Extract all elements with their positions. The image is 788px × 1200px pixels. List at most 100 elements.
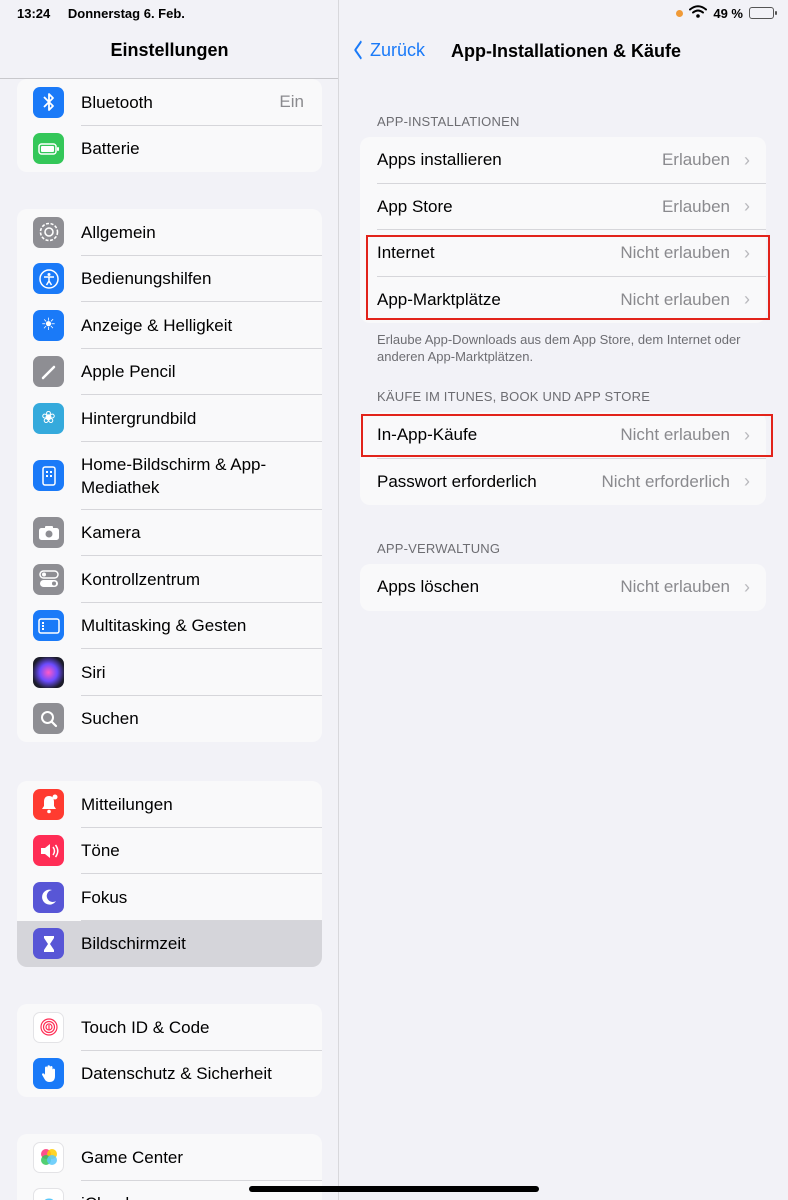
sidebar-item-label: Allgemein	[81, 222, 156, 242]
speaker-icon	[33, 835, 64, 867]
sidebar-item-datenschutz[interactable]: Datenschutz & Sicherheit	[17, 1051, 322, 1098]
wifi-icon	[689, 5, 708, 21]
settings-group-connectivity: Bluetooth Ein Batterie	[17, 79, 322, 172]
pencil-icon	[33, 356, 64, 388]
sidebar-item-label: Multitasking & Gesten	[81, 616, 247, 636]
sidebar-item-toene[interactable]: Töne	[17, 828, 322, 874]
row-label: App Store	[377, 196, 453, 216]
sidebar-item-label: Anzeige & Helligkeit	[81, 315, 233, 335]
sidebar-item-label: Hintergrundbild	[81, 408, 197, 428]
sidebar-item-label: Batterie	[81, 139, 140, 159]
sidebar-title: Einstellungen	[110, 40, 229, 60]
chevron-right-icon: ›	[744, 196, 750, 217]
search-icon	[33, 703, 64, 735]
row-value: Erlauben	[661, 150, 730, 170]
sidebar-item-label: Bedienungshilfen	[81, 269, 212, 289]
sidebar-item-allgemein[interactable]: Allgemein	[17, 209, 322, 256]
camera-icon	[33, 517, 64, 549]
sidebar-item-fokus[interactable]: Fokus	[17, 874, 322, 921]
sidebar-item-hintergrundbild[interactable]: ❀ Hintergrundbild	[17, 395, 322, 442]
settings-group-general: Allgemein Bedienungshilfen ☀ Anzeige & H…	[17, 209, 322, 742]
section-header-app-installationen: APP-INSTALLATIONEN	[377, 114, 520, 129]
sidebar-item-label: Touch ID & Code	[81, 1017, 210, 1037]
sidebar-item-label: Kamera	[81, 523, 141, 543]
page-title: App-Installationen & Käufe	[451, 41, 682, 61]
sidebar-item-label: Fokus	[81, 887, 128, 907]
sidebar-item-label: iCloud	[81, 1192, 310, 1200]
accessibility-icon	[33, 263, 64, 295]
home-indicator[interactable]	[249, 1186, 539, 1192]
bell-icon	[33, 788, 64, 820]
settings-group-security: Touch ID & Code Datenschutz & Sicherheit	[17, 1004, 322, 1097]
section-header-app-verwaltung: APP-VERWALTUNG	[377, 541, 501, 556]
gear-icon	[33, 216, 64, 248]
chevron-left-icon	[354, 40, 362, 61]
card-app-verwaltung: Apps löschen Nicht erlauben ›	[360, 564, 766, 611]
sidebar-item-label: Siri	[81, 662, 106, 682]
sidebar-item-touch-id[interactable]: Touch ID & Code	[17, 1004, 322, 1051]
game-center-icon	[33, 1141, 64, 1173]
row-value: Nicht erforderlich	[601, 471, 731, 491]
sidebar-item-kontrollzentrum[interactable]: Kontrollzentrum	[17, 556, 322, 603]
sidebar-item-batterie[interactable]: Batterie	[17, 126, 322, 173]
toggles-icon	[33, 563, 64, 595]
sidebar-item-game-center[interactable]: Game Center	[17, 1134, 322, 1181]
back-label: Zurück	[370, 40, 426, 60]
sidebar-item-label: Töne	[81, 841, 120, 861]
back-button[interactable]: Zurück	[352, 40, 425, 61]
status-bar-left: 13:24 Donnerstag 6. Feb.	[17, 6, 199, 21]
home-screen-icon	[33, 460, 64, 491]
multitasking-icon	[33, 610, 64, 642]
bluetooth-status: Ein	[279, 92, 304, 112]
sidebar-item-label: Mitteilungen	[81, 794, 173, 814]
section-header-kaeufe: KÄUFE IM ITUNES, BOOK UND APP STORE	[377, 389, 651, 404]
sidebar-item-siri[interactable]: Siri	[17, 649, 322, 696]
flower-icon: ❀	[33, 402, 64, 434]
chevron-right-icon: ›	[744, 149, 750, 170]
sidebar-item-label: Home-Bildschirm & App-Mediathek	[81, 454, 267, 497]
row-label: Apps löschen	[377, 577, 480, 597]
sidebar-item-bluetooth[interactable]: Bluetooth Ein	[17, 79, 322, 126]
sidebar-item-label: Datenschutz & Sicherheit	[81, 1064, 272, 1084]
hand-icon	[33, 1058, 64, 1090]
row-passwort-erforderlich[interactable]: Passwort erforderlich Nicht erforderlich…	[360, 459, 766, 506]
battery-percent: 49 %	[713, 5, 743, 21]
sidebar-item-anzeige-helligkeit[interactable]: ☀ Anzeige & Helligkeit	[17, 302, 322, 349]
battery-level-icon	[749, 7, 777, 19]
hourglass-icon	[33, 928, 64, 960]
sidebar-item-mitteilungen[interactable]: Mitteilungen	[17, 781, 322, 828]
status-bar-right: 49 %	[676, 5, 777, 21]
highlight-box-in-app-kaeufe	[361, 414, 773, 457]
siri-icon	[33, 656, 64, 688]
sidebar-item-apple-pencil[interactable]: Apple Pencil	[17, 349, 322, 395]
sidebar: 13:24 Donnerstag 6. Feb. Einstellungen B…	[0, 0, 339, 1200]
sidebar-item-multitasking[interactable]: Multitasking & Gesten	[17, 603, 322, 649]
sidebar-item-bildschirmzeit[interactable]: Bildschirmzeit	[17, 920, 322, 967]
sidebar-item-home-bildschirm[interactable]: Home-Bildschirm & App-Mediathek	[17, 442, 322, 510]
privacy-indicator-dot	[676, 9, 684, 17]
sidebar-item-suchen[interactable]: Suchen	[17, 696, 322, 743]
fingerprint-icon	[33, 1011, 64, 1043]
bluetooth-icon	[33, 86, 64, 118]
row-apps-loeschen[interactable]: Apps löschen Nicht erlauben ›	[360, 564, 766, 611]
status-date: Donnerstag 6. Feb.	[67, 6, 185, 21]
sidebar-item-kamera[interactable]: Kamera	[17, 510, 322, 556]
sun-icon: ☀	[33, 309, 64, 341]
moon-icon	[33, 881, 64, 913]
status-time: 13:24	[17, 6, 51, 21]
row-app-store[interactable]: App Store Erlauben ›	[360, 184, 766, 230]
row-value: Erlauben	[661, 196, 730, 216]
sidebar-item-label: Game Center	[81, 1147, 184, 1167]
row-apps-installieren[interactable]: Apps installieren Erlauben ›	[360, 137, 766, 184]
sidebar-item-bedienungshilfen[interactable]: Bedienungshilfen	[17, 256, 322, 302]
row-label: Apps installieren	[377, 150, 502, 170]
settings-group-notifications: Mitteilungen Töne Fokus Bildschirmzeit	[17, 781, 322, 967]
sidebar-item-label: Kontrollzentrum	[81, 569, 201, 589]
chevron-right-icon: ›	[744, 576, 750, 597]
detail-pane: 49 % Zurück App-Installationen & Käufe A…	[340, 0, 788, 1200]
cloud-icon	[33, 1188, 64, 1200]
sidebar-item-label: Bildschirmzeit	[81, 934, 186, 954]
chevron-right-icon: ›	[744, 471, 750, 492]
sidebar-item-label: Bluetooth	[81, 92, 153, 112]
row-label: Passwort erforderlich	[377, 471, 537, 491]
